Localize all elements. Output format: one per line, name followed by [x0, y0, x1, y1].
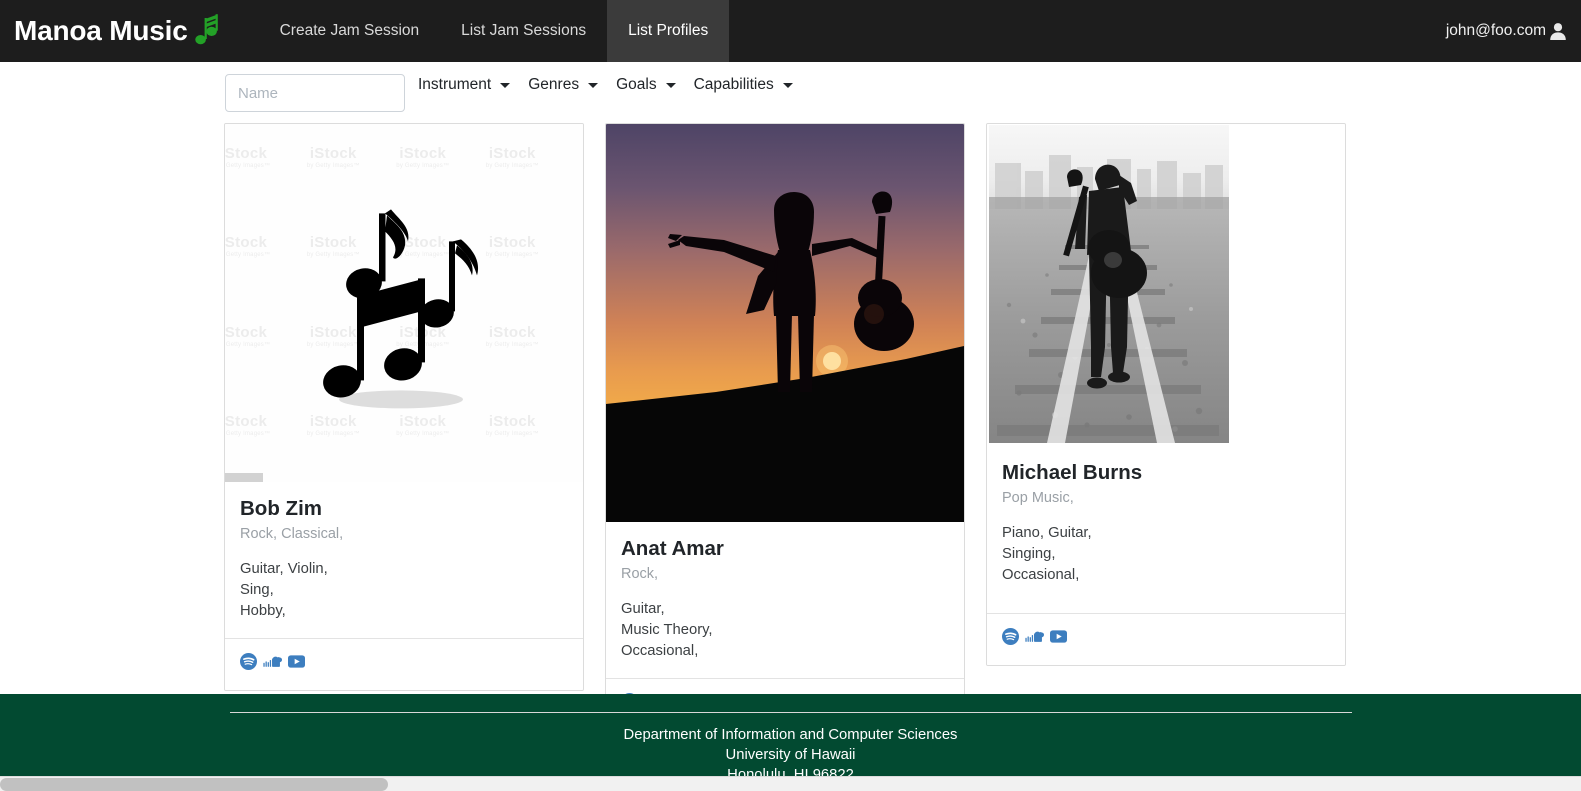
soundcloud-icon[interactable] — [263, 655, 282, 669]
footer-university: University of Hawaii — [725, 746, 856, 763]
dropdown-genres-label: Genres — [528, 76, 580, 93]
profile-card-body: Michael Burns Pop Music, Piano, Guitar, … — [987, 446, 1345, 613]
istock-badge — [225, 473, 263, 482]
profile-goals: Hobby, — [240, 603, 286, 620]
chevron-down-icon — [782, 82, 793, 88]
profile-card-body: Bob Zim Rock, Classical, Guitar, Violin,… — [225, 482, 583, 638]
bw-photo — [989, 125, 1229, 443]
filter-bar: Instrument Genres Goals Capabilities — [0, 62, 1581, 124]
profile-card-footer — [225, 638, 583, 691]
profile-capabilities: Sing, — [240, 582, 274, 599]
music-notes-illustration — [323, 209, 479, 409]
youtube-icon[interactable] — [1050, 630, 1067, 643]
watermark-text: iStock — [225, 234, 268, 252]
profile-name: Michael Burns — [1002, 461, 1143, 484]
social-links — [1002, 628, 1330, 645]
social-links — [240, 653, 568, 671]
watermark-subtext: by Getty Images™ — [485, 162, 539, 169]
dropdown-goals-label: Goals — [616, 76, 657, 93]
profile-card[interactable]: iStockby Getty Images™ iStockby Getty Im… — [224, 123, 584, 692]
spotify-icon[interactable] — [240, 653, 257, 671]
soundcloud-icon[interactable] — [1025, 630, 1044, 644]
profile-instruments: Guitar, — [621, 601, 665, 618]
music-note-icon — [194, 14, 221, 48]
dropdown-capabilities[interactable]: Capabilities — [694, 72, 803, 98]
search-input[interactable] — [225, 74, 405, 112]
profile-card[interactable]: Anat Amar Rock, Guitar, Music Theory, Oc… — [605, 123, 965, 732]
footer-inner: Department of Information and Computer S… — [229, 712, 1352, 786]
watermark-text: iStock — [225, 413, 268, 431]
profile-image-sunset-guitarist — [606, 124, 964, 522]
profile-goals: Occasional, — [1002, 567, 1080, 584]
dropdown-genres[interactable]: Genres — [528, 72, 608, 98]
user-email-label: john@foo.com — [1445, 22, 1546, 39]
profile-instruments: Guitar, Violin, — [240, 561, 328, 578]
nav-link-list-profiles[interactable]: List Profiles — [607, 0, 730, 62]
watermark-text: iStock — [225, 144, 268, 162]
nav-link-list-jam-sessions[interactable]: List Jam Sessions — [440, 0, 607, 62]
watermark-text: iStock — [399, 144, 447, 162]
dropdown-capabilities-label: Capabilities — [693, 76, 774, 93]
chevron-down-icon — [588, 82, 599, 88]
watermark-text: iStock — [488, 413, 536, 431]
watermark-subtext: by Getty Images™ — [225, 341, 271, 348]
profile-card[interactable]: Michael Burns Pop Music, Piano, Guitar, … — [986, 123, 1346, 666]
profile-capabilities: Music Theory, — [621, 622, 713, 639]
profile-name: Anat Amar — [621, 537, 724, 560]
profile-genres: Rock, Classical, — [240, 525, 344, 542]
watermark-subtext: by Getty Images™ — [225, 252, 271, 259]
watermark-subtext: by Getty Images™ — [225, 162, 271, 169]
watermark-text: iStock — [399, 413, 447, 431]
brand-logo[interactable]: Manoa Music — [0, 0, 229, 62]
filter-dropdowns: Instrument Genres Goals Capabilities — [418, 72, 811, 98]
user-silhouette-icon[interactable] — [1548, 21, 1568, 41]
profile-instruments: Piano, Guitar, — [1002, 525, 1092, 542]
dropdown-goals[interactable]: Goals — [616, 72, 686, 98]
sunset-silhouette-illustration — [606, 191, 964, 522]
spotify-icon[interactable] — [1002, 628, 1019, 645]
youtube-icon[interactable] — [288, 655, 305, 669]
watermark-text: iStock — [225, 323, 268, 341]
page-root: Manoa Music Create Jam Session List Jam … — [0, 0, 1581, 791]
watermark-subtext: by Getty Images™ — [306, 162, 360, 169]
profile-card-footer — [987, 613, 1345, 665]
chevron-down-icon — [500, 82, 511, 88]
profile-goals: Occasional, — [621, 643, 699, 660]
footer-department: Department of Information and Computer S… — [623, 727, 958, 743]
nav-links: Create Jam Session List Jam Sessions Lis… — [259, 0, 730, 62]
nav-link-create-jam-session[interactable]: Create Jam Session — [259, 0, 441, 62]
profile-image-music-notes: iStockby Getty Images™ iStockby Getty Im… — [225, 124, 583, 482]
profile-image-railroad-guitarist — [987, 124, 1345, 446]
dropdown-instrument-label: Instrument — [418, 76, 492, 93]
chevron-down-icon — [665, 82, 676, 88]
dropdown-instrument[interactable]: Instrument — [418, 72, 520, 98]
profile-name: Bob Zim — [240, 497, 322, 520]
profile-genres: Pop Music, — [1002, 489, 1074, 506]
watermark-subtext: by Getty Images™ — [225, 431, 271, 438]
watermark-subtext: by Getty Images™ — [396, 162, 450, 169]
profile-genres: Rock, — [621, 565, 659, 582]
watermark-text: iStock — [488, 144, 536, 162]
watermark-subtext: by Getty Images™ — [485, 431, 539, 438]
nav-user-menu[interactable]: john@foo.com — [1446, 0, 1581, 62]
top-navbar: Manoa Music Create Jam Session List Jam … — [0, 0, 1581, 62]
watermark-subtext: by Getty Images™ — [396, 431, 450, 438]
watermark-text: iStock — [309, 413, 357, 431]
scrollbar-thumb[interactable] — [0, 778, 388, 791]
footer-divider — [229, 712, 1352, 713]
watermark-subtext: by Getty Images™ — [306, 431, 360, 438]
horizontal-scrollbar[interactable] — [0, 776, 1581, 791]
brand-title: Manoa Music — [14, 15, 188, 46]
watermark-text: iStock — [309, 144, 357, 162]
profile-card-body: Anat Amar Rock, Guitar, Music Theory, Oc… — [606, 522, 964, 678]
profile-card-grid: iStockby Getty Images™ iStockby Getty Im… — [224, 123, 1346, 732]
profile-capabilities: Singing, — [1002, 546, 1056, 563]
